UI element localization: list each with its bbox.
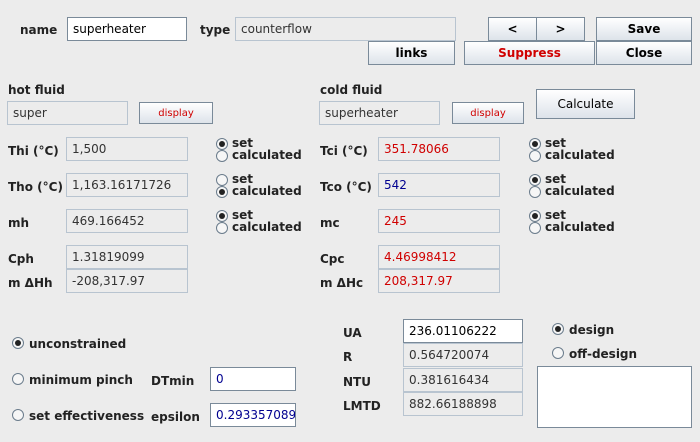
thi-calculated-label: calculated [232, 148, 302, 162]
mc-calculated-radio[interactable] [529, 222, 541, 234]
tho-set-radio[interactable] [216, 174, 228, 186]
mh-set-radio[interactable] [216, 210, 228, 222]
thi-set-radio[interactable] [216, 138, 228, 150]
tco-calculated-label: calculated [545, 184, 615, 198]
links-button[interactable]: links [368, 41, 455, 65]
type-label: type [200, 23, 231, 37]
dtmin-label: DTmin [151, 374, 195, 388]
unconstrained-radio[interactable] [12, 337, 24, 349]
epsilon-label: epsilon [151, 410, 200, 424]
design-label: design [569, 323, 615, 337]
tco-set-radio[interactable] [529, 174, 541, 186]
cold-display-button[interactable]: display [452, 102, 524, 124]
cold-fluid-field: superheater [319, 101, 440, 125]
cph-label: Cph [8, 252, 34, 266]
ua-input[interactable]: 236.01106222 [403, 319, 523, 343]
cold-fluid-title: cold fluid [320, 83, 383, 97]
thi-calculated-radio[interactable] [216, 150, 228, 162]
tho-calculated-radio[interactable] [216, 186, 228, 198]
close-button[interactable]: Close [596, 41, 692, 65]
dhc-label: m ΔHc [320, 276, 364, 290]
notes-area[interactable] [537, 366, 692, 428]
mc-field: 245 [378, 209, 500, 233]
design-radio[interactable] [552, 323, 564, 335]
hot-fluid-field: super [7, 101, 128, 125]
minimum-pinch-label: minimum pinch [29, 373, 133, 387]
previous-button[interactable]: < [488, 17, 537, 41]
lmtd-label: LMTD [343, 399, 381, 413]
off-design-radio[interactable] [552, 347, 564, 359]
tco-label: Tco (°C) [320, 180, 372, 194]
r-label: R [343, 350, 353, 364]
next-button[interactable]: > [536, 17, 585, 41]
mc-calculated-label: calculated [545, 220, 615, 234]
type-field: counterflow [235, 17, 456, 41]
thi-label: Thi (°C) [8, 144, 59, 158]
tho-calculated-label: calculated [232, 184, 302, 198]
mc-label: mc [320, 216, 340, 230]
mh-field: 469.166452 [66, 209, 188, 233]
dtmin-input[interactable]: 0 [210, 367, 296, 391]
set-effectiveness-label: set effectiveness [29, 409, 145, 423]
cph-field: 1.31819099 [66, 245, 188, 269]
lmtd-field: 882.66188898 [403, 392, 523, 416]
tci-calculated-label: calculated [545, 148, 615, 162]
tci-label: Tci (°C) [320, 144, 368, 158]
save-button[interactable]: Save [596, 17, 692, 41]
ua-label: UA [343, 326, 362, 340]
mc-set-radio[interactable] [529, 210, 541, 222]
tho-field: 1,163.16171726 [66, 173, 188, 197]
dhc-field: 208,317.97 [378, 269, 500, 293]
minimum-pinch-radio[interactable] [12, 373, 24, 385]
name-label: name [20, 23, 58, 37]
hot-fluid-title: hot fluid [8, 83, 65, 97]
mh-calculated-radio[interactable] [216, 222, 228, 234]
ntu-field: 0.381616434 [403, 368, 523, 392]
mh-calculated-label: calculated [232, 220, 302, 234]
ntu-label: NTU [343, 375, 371, 389]
cpc-label: Cpc [320, 252, 345, 266]
cpc-field: 4.46998412 [378, 245, 500, 269]
tho-label: Tho (°C) [8, 180, 63, 194]
tci-set-radio[interactable] [529, 138, 541, 150]
r-field: 0.564720074 [403, 343, 523, 367]
epsilon-input[interactable]: 0.293357089 [210, 403, 296, 427]
name-input[interactable]: superheater [67, 17, 187, 41]
tci-field: 351.78066 [378, 137, 500, 161]
dhh-field: -208,317.97 [66, 269, 188, 293]
calculate-button[interactable]: Calculate [536, 89, 635, 119]
suppress-button[interactable]: Suppress [464, 41, 595, 65]
tci-calculated-radio[interactable] [529, 150, 541, 162]
set-effectiveness-radio[interactable] [12, 409, 24, 421]
off-design-label: off-design [569, 347, 638, 361]
unconstrained-label: unconstrained [29, 337, 127, 351]
dhh-label: m ΔHh [8, 276, 53, 290]
thi-field: 1,500 [66, 137, 188, 161]
tco-calculated-radio[interactable] [529, 186, 541, 198]
hot-display-button[interactable]: display [139, 102, 213, 124]
mh-label: mh [8, 216, 30, 230]
tco-field: 542 [378, 173, 500, 197]
